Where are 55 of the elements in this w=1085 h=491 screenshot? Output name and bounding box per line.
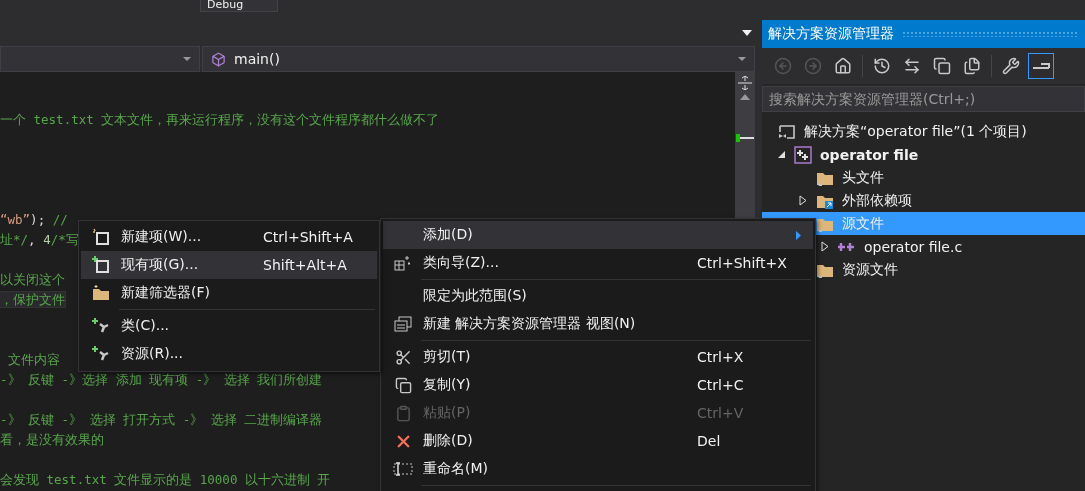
code-line: 看，是没有效果的 [0, 432, 104, 447]
tree-item[interactable]: 头文件 [762, 166, 1085, 189]
dropdown-icon[interactable] [742, 30, 752, 36]
preview-button[interactable] [1028, 53, 1054, 79]
function-dropdown[interactable]: main() [202, 46, 755, 72]
panel-title-bar: 解决方案资源管理器 [762, 20, 1085, 48]
menu-item[interactable]: 新建项(W)... Ctrl+Shift+A [81, 223, 377, 251]
collapsed-arrow-icon[interactable] [799, 195, 807, 206]
wrench-icon [1002, 57, 1020, 75]
menu-item[interactable]: 类(C)... [81, 312, 377, 340]
code-line: 文件内容 [6, 352, 60, 367]
code-line: -》 反键 -》 选择 打开方式 -》 选择 二进制编译器 [0, 412, 323, 427]
menu-item[interactable]: 资源(R)... [81, 340, 377, 368]
class-icon [92, 318, 110, 334]
home-icon [834, 57, 852, 75]
expanded-arrow-icon[interactable] [776, 150, 786, 159]
files-icon [963, 57, 981, 75]
resource-icon [92, 346, 110, 362]
code-line: -》 反键 -》选择 添加 现有项 -》 选择 我们所创建 [0, 372, 323, 387]
forward-icon [804, 57, 822, 75]
configuration-dropdown[interactable]: Debug [200, 0, 278, 12]
cube-icon [211, 51, 226, 67]
tree-item[interactable]: 外部依赖项 [762, 189, 1085, 212]
tree-item[interactable]: 解决方案“operator file”(1 个项目) [762, 120, 1085, 143]
menu-item[interactable]: 新建筛选器(F) [81, 279, 377, 307]
cpp-file-icon [838, 240, 856, 253]
position-marker-icon [735, 134, 755, 142]
menu-item[interactable]: 现有项(G)... Shift+Alt+A [81, 251, 377, 279]
collapsed-arrow-icon[interactable] [821, 241, 829, 252]
scroll-up-icon[interactable] [740, 94, 750, 100]
code-line: 以关闭这个 [0, 272, 65, 287]
back-icon [774, 57, 792, 75]
existing-item-icon [92, 256, 110, 274]
rename-icon [393, 462, 413, 476]
windows-icon [394, 316, 412, 332]
project-icon [794, 145, 812, 164]
search-field[interactable]: 搜索解决方案资源管理器(Ctrl+;) [762, 86, 1085, 112]
tree-item[interactable]: operator file [762, 143, 1085, 166]
code-line: 址*/, 4/*写 [0, 232, 79, 247]
menu-item[interactable]: 添加(D) [383, 221, 813, 249]
code-line: “wb”); // [0, 212, 68, 227]
caret-icon [183, 57, 191, 61]
class-wizard-icon [394, 255, 412, 271]
scissors-icon [394, 348, 412, 366]
history-icon [873, 57, 891, 75]
code-line: 一个 test.txt 文本文件，再来运行程序，没有这个文件程序都什么做不了 [0, 112, 440, 127]
clipboard-icon [394, 404, 412, 422]
new-item-icon [92, 228, 110, 246]
caret-icon [738, 57, 746, 61]
solution-icon [778, 123, 796, 140]
code-line: 会发现 test.txt 文件显示的是 10000 以十六进制 开 [0, 472, 331, 487]
sync-icon [903, 57, 921, 75]
split-icon[interactable] [738, 76, 752, 90]
new-folder-icon [92, 285, 110, 301]
copy-icon [394, 376, 412, 394]
